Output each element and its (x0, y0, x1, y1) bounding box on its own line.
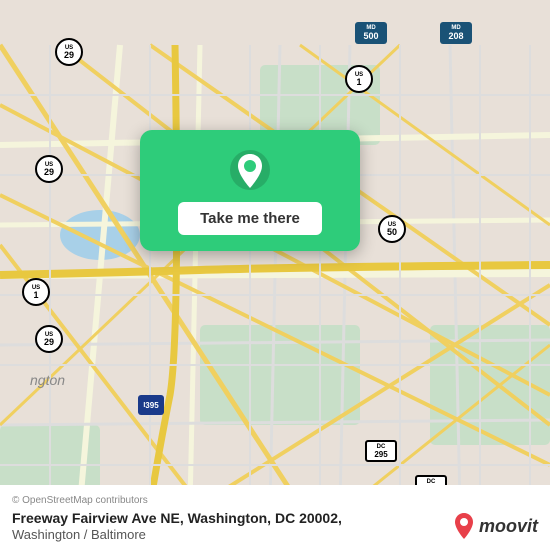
svg-text:ngton: ngton (30, 372, 65, 388)
sign-dc295: DC 295 (365, 440, 397, 462)
sign-us50: US 50 (378, 215, 406, 243)
map-roads: ngton (0, 0, 550, 550)
location-pin-icon (228, 148, 272, 192)
sign-md500: MD 500 (355, 22, 387, 44)
sign-us29-mid: US 29 (35, 155, 63, 183)
sign-us29-top: US 29 (55, 38, 83, 66)
moovit-pin-icon (453, 512, 475, 540)
take-me-there-button[interactable]: Take me there (178, 202, 322, 235)
sign-us1-top: US 1 (345, 65, 373, 93)
sign-us29-bot: US 29 (35, 325, 63, 353)
sign-us1-left: US 1 (22, 278, 50, 306)
sign-i395: I395 (138, 395, 164, 415)
sign-md208: MD 208 (440, 22, 472, 44)
bottom-bar: © OpenStreetMap contributors Freeway Fai… (0, 485, 550, 550)
moovit-logo: moovit (453, 512, 538, 540)
map-attribution: © OpenStreetMap contributors (12, 495, 538, 506)
popup-card: Take me there (140, 130, 360, 251)
map-container: ngton MD 500 MD 208 US 29 US 1 US 29 US … (0, 0, 550, 550)
moovit-brand-text: moovit (479, 516, 538, 537)
